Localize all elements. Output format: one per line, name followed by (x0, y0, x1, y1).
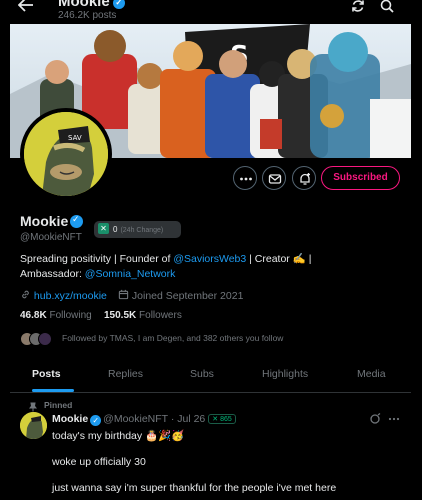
website-link[interactable]: hub.xyz/mookie (34, 290, 107, 302)
token-change-pill[interactable]: ✕ 0 (24h Change) (94, 221, 181, 238)
bio-text: Ambassador: (20, 268, 85, 280)
profile-handle: @MookieNFT (20, 232, 82, 243)
post-author-avatar[interactable] (20, 412, 47, 439)
search-icon[interactable] (380, 0, 398, 17)
link-icon (22, 290, 29, 299)
message-button[interactable] (262, 166, 286, 190)
bell-plus-icon (300, 173, 310, 185)
grok-icon[interactable] (369, 412, 381, 430)
following-stat[interactable]: 46.8K Following (20, 310, 92, 321)
top-bar: Mookie ✓ 246.2K posts (0, 0, 422, 24)
more-icon (240, 177, 252, 181)
followers-stat[interactable]: 150.5K Followers (104, 310, 182, 321)
profile-name: Mookie (20, 213, 69, 229)
post-text-line: woke up officially 30 (52, 456, 146, 468)
pill-value: 0 (113, 225, 118, 234)
followers-label: Followers (139, 310, 182, 321)
post-header: Mookie ✓ @MookieNFT · Jul 26 ✕ 865 (52, 413, 236, 426)
following-count: 46.8K (20, 310, 47, 321)
posts-count: 246.2K posts (58, 10, 117, 21)
post-text-line: just wanna say i'm super thankful for th… (52, 482, 337, 494)
profile-tabs: Posts Replies Subs Highlights Media (10, 357, 411, 393)
sync-icon[interactable] (351, 0, 369, 17)
back-arrow-icon[interactable] (17, 0, 34, 17)
verified-badge-icon (70, 214, 83, 228)
profile-bio: Spreading positivity | Founder of @Savio… (20, 252, 410, 282)
tab-subs[interactable]: Subs (190, 368, 214, 380)
verified-badge-icon: ✓ (112, 0, 125, 9)
more-options-button[interactable] (233, 166, 257, 190)
calendar-icon (118, 289, 129, 300)
x-logo-icon: ✕ (98, 223, 109, 234)
bio-mention-link[interactable]: @Somnia_Network (85, 268, 176, 280)
bio-mention-link[interactable]: @SaviorsWeb3 (173, 253, 246, 265)
active-tab-indicator (32, 389, 74, 392)
svg-text:SAV: SAV (68, 134, 82, 142)
joined-date: Joined September 2021 (131, 290, 244, 302)
mail-icon (268, 174, 282, 184)
post-more-icon[interactable] (388, 412, 400, 430)
notifications-button[interactable] (292, 166, 316, 190)
post-author-name[interactable]: Mookie (52, 413, 88, 425)
followed-by-row[interactable]: Followed by TMAS, I am Degen, and 382 ot… (20, 330, 420, 348)
tab-highlights[interactable]: Highlights (262, 368, 308, 380)
top-bar-title: Mookie ✓ (58, 0, 125, 10)
token-badge[interactable]: ✕ 865 (208, 414, 236, 424)
token-badge-value: 865 (220, 416, 232, 423)
following-label: Following (49, 310, 92, 321)
pill-caption: (24h Change) (120, 227, 164, 234)
subscribed-button[interactable]: Subscribed (321, 166, 400, 190)
followed-by-text: Followed by TMAS, I am Degen, and 382 ot… (62, 333, 284, 343)
verified-badge-icon: ✓ (90, 415, 102, 426)
profile-avatar[interactable]: SAV (20, 108, 112, 200)
followers-count: 150.5K (104, 310, 137, 321)
pinned-label: Pinned (44, 400, 73, 410)
bio-text: Spreading positivity | Founder of (20, 253, 174, 265)
tab-posts[interactable]: Posts (32, 368, 61, 380)
tab-media[interactable]: Media (357, 368, 386, 380)
follower-avatar (38, 332, 52, 346)
bio-text: | Creator ✍️ | (246, 253, 312, 265)
post-handle-date[interactable]: @MookieNFT · Jul 26 (103, 413, 205, 425)
website-row: hub.xyz/mookie (20, 289, 107, 302)
joined-row: Joined September 2021 (118, 289, 243, 302)
tab-replies[interactable]: Replies (108, 368, 143, 380)
post-text-line: today's my birthday 🎂🎉🥳 (52, 430, 185, 442)
